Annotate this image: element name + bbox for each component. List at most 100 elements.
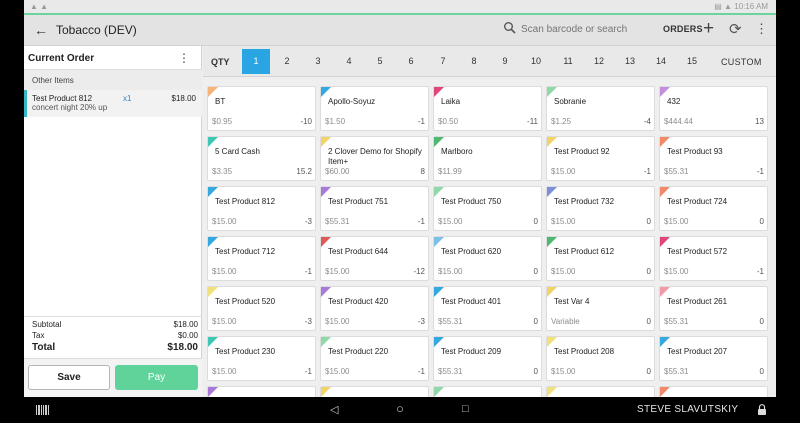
product-tile[interactable]: Test Product 732 $15.00 0 — [546, 186, 655, 231]
product-price: $55.31 — [438, 367, 463, 376]
qty-option-12[interactable]: 12 — [585, 49, 613, 74]
category-color-tag — [434, 337, 444, 347]
barcode-icon[interactable] — [36, 405, 50, 415]
product-tile[interactable]: Test Var 4 Variable 0 — [546, 286, 655, 331]
product-tile[interactable]: Test Product 520 $15.00 -3 — [207, 286, 316, 331]
category-color-tag — [321, 287, 331, 297]
product-tile[interactable]: Laika $0.50 -11 — [433, 86, 542, 131]
product-tile[interactable]: Test Product 420 $15.00 -3 — [320, 286, 429, 331]
product-tile[interactable]: Test Product 712 $15.00 -1 — [207, 236, 316, 281]
product-tile[interactable]: Test Product 751 $55.31 -1 — [320, 186, 429, 231]
product-tile[interactable]: Test Product 230 $15.00 -1 — [207, 336, 316, 381]
category-color-tag — [547, 237, 557, 247]
qty-option-11[interactable]: 11 — [554, 49, 582, 74]
category-color-tag — [434, 87, 444, 97]
product-name: Test Var 4 — [554, 297, 590, 306]
qty-option-13[interactable]: 13 — [616, 49, 644, 74]
qty-option-4[interactable]: 4 — [335, 49, 363, 74]
category-color-tag — [434, 387, 444, 397]
add-icon[interactable]: + — [703, 18, 714, 40]
product-tile[interactable]: Test Product 207 $55.31 0 — [659, 336, 768, 381]
more-vert-icon[interactable]: ⋮ — [755, 21, 768, 37]
nav-back-icon[interactable]: ◁ — [330, 403, 338, 416]
product-tile[interactable]: Test Product 261 $55.31 0 — [659, 286, 768, 331]
product-tile[interactable]: 5 Card Cash $3.35 15.2 — [207, 136, 316, 181]
product-price: $55.31 — [438, 317, 463, 326]
product-tile[interactable]: Test Product 750 $15.00 0 — [433, 186, 542, 231]
product-stock-count: -3 — [417, 317, 425, 326]
nav-recents-icon[interactable]: □ — [462, 403, 469, 415]
order-line-item[interactable]: Test Product 812 concert night 20% up x1… — [24, 90, 202, 117]
qty-option-10[interactable]: 10 — [522, 49, 550, 74]
sync-icon[interactable]: ⟳ — [729, 20, 742, 38]
product-price: $60.00 — [325, 167, 350, 176]
product-tile[interactable] — [659, 386, 768, 397]
qty-option-5[interactable]: 5 — [366, 49, 394, 74]
product-price: $15.00 — [664, 217, 689, 226]
product-stock-count: 0 — [533, 217, 538, 226]
nav-home-icon[interactable]: ○ — [396, 401, 404, 416]
product-tile[interactable]: Test Product 812 $15.00 -3 — [207, 186, 316, 231]
product-tile[interactable] — [320, 386, 429, 397]
product-name: Test Product 620 — [441, 247, 502, 256]
qty-option-15[interactable]: 15 — [678, 49, 706, 74]
product-name: 5 Card Cash — [215, 147, 260, 156]
qty-custom-button[interactable]: CUSTOM — [721, 57, 762, 67]
qty-option-6[interactable]: 6 — [397, 49, 425, 74]
qty-option-14[interactable]: 14 — [647, 49, 675, 74]
product-tile[interactable]: Test Product 93 $55.31 -1 — [659, 136, 768, 181]
pay-button[interactable]: Pay — [115, 365, 198, 390]
product-tile[interactable]: Test Product 208 $15.00 0 — [546, 336, 655, 381]
qty-option-8[interactable]: 8 — [460, 49, 488, 74]
product-stock-count: 0 — [759, 317, 764, 326]
product-tile[interactable]: Test Product 724 $15.00 0 — [659, 186, 768, 231]
product-tile[interactable]: Test Product 92 $15.00 -1 — [546, 136, 655, 181]
qty-option-3[interactable]: 3 — [304, 49, 332, 74]
save-button[interactable]: Save — [28, 365, 110, 390]
product-tile[interactable]: Test Product 620 $15.00 0 — [433, 236, 542, 281]
product-grid: BT $0.95 -10 Apollo-Soyuz $1.50 -1 Laika $0.50-… — [203, 77, 776, 397]
product-stock-count: -10 — [300, 117, 312, 126]
arrow-back-icon[interactable]: ← — [34, 22, 48, 38]
category-color-tag — [660, 337, 670, 347]
qty-option-9[interactable]: 9 — [491, 49, 519, 74]
product-tile[interactable]: Test Product 209 $55.31 0 — [433, 336, 542, 381]
orders-button[interactable]: ORDERS — [663, 24, 703, 34]
product-stock-count: -1 — [417, 367, 425, 376]
app-screen: ▲ ▲ ▤ ▲ 10:16 AM ← Tobacco (DEV) ORDERS … — [24, 0, 776, 397]
product-tile[interactable]: 2 Clover Demo for Shopify Item+ $60.00 8 — [320, 136, 429, 181]
lock-icon[interactable] — [757, 404, 767, 415]
product-stock-count: 8 — [420, 167, 425, 176]
category-color-tag — [208, 137, 218, 147]
product-tile[interactable] — [207, 386, 316, 397]
product-name: Test Product 92 — [554, 147, 610, 156]
product-name: Test Product 644 — [328, 247, 389, 256]
order-title: Current Order — [28, 53, 95, 64]
product-name: Test Product 230 — [215, 347, 276, 356]
search-icon[interactable] — [503, 21, 517, 35]
qty-option-7[interactable]: 7 — [429, 49, 457, 74]
search-input[interactable] — [521, 21, 651, 37]
product-price: $15.00 — [212, 367, 237, 376]
product-tile[interactable]: Test Product 612 $15.00 0 — [546, 236, 655, 281]
product-stock-count: 0 — [759, 217, 764, 226]
product-tile[interactable]: Sobranie $1.25 -4 — [546, 86, 655, 131]
product-name: Test Product 209 — [441, 347, 502, 356]
qty-option-1[interactable]: 1 — [242, 49, 270, 74]
category-color-tag — [321, 387, 331, 397]
product-tile[interactable]: BT $0.95 -10 — [207, 86, 316, 131]
product-tile[interactable] — [433, 386, 542, 397]
product-tile[interactable]: Test Product 572 $15.00 -1 — [659, 236, 768, 281]
product-name: Test Product 261 — [667, 297, 728, 306]
product-tile[interactable]: 432 $444.44 13 — [659, 86, 768, 131]
product-tile[interactable] — [546, 386, 655, 397]
order-actions: Save Pay — [24, 358, 202, 397]
product-tile[interactable]: Test Product 220 $15.00 -1 — [320, 336, 429, 381]
product-tile[interactable]: Test Product 644 $15.00 -12 — [320, 236, 429, 281]
order-menu-icon[interactable]: ⋮ — [178, 51, 190, 65]
product-tile[interactable]: Apollo-Soyuz $1.50 -1 — [320, 86, 429, 131]
product-price: $15.00 — [664, 267, 689, 276]
product-tile[interactable]: Marlboro $11.99 — [433, 136, 542, 181]
qty-option-2[interactable]: 2 — [273, 49, 301, 74]
product-tile[interactable]: Test Product 401 $55.31 0 — [433, 286, 542, 331]
